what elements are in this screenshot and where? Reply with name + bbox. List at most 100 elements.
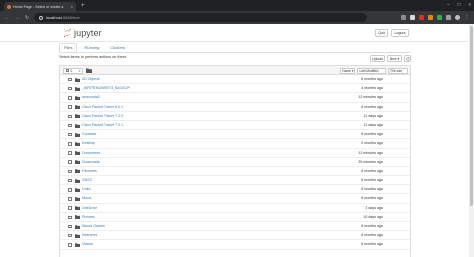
page-scrollbar-thumb[interactable] (470, 26, 473, 206)
file-name-link[interactable]: Pictures (82, 213, 95, 222)
tab-close-icon[interactable]: × (71, 4, 73, 9)
table-row[interactable]: Documents 12 minutes ago (60, 149, 410, 158)
translate-icon[interactable] (401, 15, 406, 20)
sort-by-modified-button[interactable]: Last Modified (357, 67, 386, 74)
forward-icon[interactable]: → (14, 15, 20, 21)
row-checkbox[interactable] (68, 132, 72, 137)
row-checkbox[interactable] (68, 215, 72, 220)
address-bar[interactable]: localhost:8888/tree (34, 13, 367, 22)
row-checkbox[interactable] (68, 233, 72, 238)
row-checkbox[interactable] (68, 243, 72, 247)
tab-files[interactable]: Files (59, 43, 78, 52)
row-checkbox[interactable] (68, 160, 72, 164)
table-row[interactable]: OneDrive 2 days ago (60, 204, 410, 213)
table-row[interactable]: Searches 6 months ago (60, 231, 410, 241)
sort-by-name-button[interactable]: Name ▾ (340, 67, 355, 74)
file-name-link[interactable]: Downloads (82, 158, 100, 167)
extension-red-icon[interactable] (419, 15, 424, 20)
file-name-link[interactable]: Contacts (82, 130, 96, 139)
reload-icon[interactable]: ↻ (24, 15, 30, 21)
file-name-link[interactable]: anaconda3 (82, 93, 100, 102)
jupyter-logo[interactable]: jupyter (63, 28, 102, 38)
file-name-link[interactable]: _WRITEMONKEY3_BACKUP (82, 84, 130, 93)
logout-button[interactable]: Logout (391, 29, 409, 37)
table-row[interactable]: _WRITEMONKEY3_BACKUP 4 months ago (60, 84, 410, 94)
file-name-link[interactable]: 3D Objects (82, 75, 100, 84)
file-name-link[interactable]: Searches (82, 231, 97, 240)
table-row[interactable]: Music 6 months ago (60, 194, 410, 204)
tab-clusters[interactable]: Clusters (106, 43, 129, 52)
file-name-link[interactable]: Videos (82, 240, 93, 249)
table-row[interactable]: Favorites 6 months ago (60, 167, 410, 177)
file-name-link[interactable]: Favorites (82, 167, 97, 176)
upload-button[interactable]: Upload (370, 55, 385, 62)
table-row[interactable]: Desktop 2 months ago (60, 139, 410, 149)
row-checkbox[interactable] (68, 188, 72, 192)
row-checkbox[interactable] (68, 197, 72, 201)
row-checkbox[interactable] (68, 86, 72, 91)
tab-running[interactable]: Running (80, 43, 103, 52)
menu-kebab-icon[interactable]: ⋮ (464, 15, 470, 21)
window-close-button[interactable]: × (468, 1, 471, 9)
file-name-link[interactable]: GNS3 (82, 176, 92, 185)
file-name-link[interactable]: Cisco Packet Tracer 7.2.1 (82, 121, 123, 130)
table-row[interactable]: Pictures 10 days ago (60, 213, 410, 222)
file-name-link[interactable]: Saved Games (82, 222, 105, 231)
row-checkbox[interactable] (68, 224, 72, 229)
profile-avatar-icon[interactable] (455, 15, 460, 20)
file-list: 0 ▾ Name ▾ Last Modified File size 3D Obj… (59, 65, 411, 257)
row-checkbox[interactable] (68, 169, 72, 174)
new-dropdown-button[interactable]: New ▾ (387, 55, 402, 62)
file-name-link[interactable]: OneDrive (82, 204, 97, 213)
window-controls: – □ × (447, 1, 471, 9)
table-row[interactable]: Contacts 6 months ago (60, 130, 410, 140)
home-folder-icon[interactable] (86, 68, 92, 73)
minimize-button[interactable]: – (447, 1, 450, 9)
table-row[interactable]: Downloads 39 minutes ago (60, 158, 410, 167)
quit-button[interactable]: Quit (375, 29, 388, 37)
file-name-link[interactable]: Cisco Packet Tracer 6.0.1 (82, 103, 123, 112)
maximize-button[interactable]: □ (458, 1, 461, 9)
row-checkbox[interactable] (68, 178, 72, 183)
browser-tab-strip: Home Page - Select or create a × + – □ × (0, 0, 474, 11)
row-checkbox[interactable] (68, 114, 72, 119)
table-row[interactable]: Links 6 months ago (60, 185, 410, 195)
folder-icon (75, 178, 80, 183)
table-row[interactable]: anaconda3 12 minutes ago (60, 93, 410, 103)
table-row[interactable]: GNS3 6 months ago (60, 176, 410, 186)
table-row[interactable]: Cisco Packet Tracer 7.2.1 11 days ago (60, 121, 410, 131)
select-all-control[interactable]: 0 ▾ (63, 67, 83, 74)
file-name-link[interactable]: Links (82, 185, 90, 194)
sort-by-size-button[interactable]: File size (388, 67, 408, 74)
select-all-checkbox[interactable] (65, 68, 69, 73)
new-tab-button[interactable]: + (81, 2, 85, 10)
chevron-down-icon[interactable]: ▾ (79, 69, 81, 73)
folder-icon (75, 243, 80, 247)
star-icon[interactable] (410, 15, 415, 20)
file-name-link[interactable]: Desktop (82, 139, 95, 148)
table-row[interactable]: Cisco Packet Tracer 6.0.1 6 months ago (60, 103, 410, 112)
row-checkbox[interactable] (68, 123, 72, 128)
table-row[interactable]: 3D Objects 6 months ago (60, 75, 410, 85)
row-checkbox[interactable] (68, 142, 72, 146)
table-row[interactable]: Saved Games 6 months ago (60, 222, 410, 232)
back-icon[interactable]: ← (4, 15, 10, 21)
row-checkbox[interactable] (68, 151, 72, 155)
table-row[interactable]: Videos 6 months ago (60, 240, 410, 250)
row-checkbox[interactable] (68, 105, 72, 109)
extension-green-icon[interactable] (437, 15, 442, 20)
last-modified: 6 months ago (361, 168, 383, 173)
url-path: :8888/tree (61, 15, 80, 20)
row-checkbox[interactable] (68, 206, 72, 210)
refresh-button[interactable] (404, 55, 411, 62)
extension-grey-icon[interactable] (446, 15, 451, 20)
file-name-link[interactable]: Music (82, 194, 91, 203)
file-name-link[interactable]: Cisco Packet Tracer 7.2.0 (82, 112, 123, 121)
extension-orange-icon[interactable] (428, 15, 433, 20)
browser-tab[interactable]: Home Page - Select or create a × (4, 2, 76, 11)
site-info-icon[interactable] (39, 15, 43, 20)
file-name-link[interactable]: Documents (82, 149, 100, 158)
table-row[interactable]: Cisco Packet Tracer 7.2.0 11 days ago (60, 112, 410, 121)
row-checkbox[interactable] (68, 77, 72, 82)
row-checkbox[interactable] (68, 96, 72, 100)
